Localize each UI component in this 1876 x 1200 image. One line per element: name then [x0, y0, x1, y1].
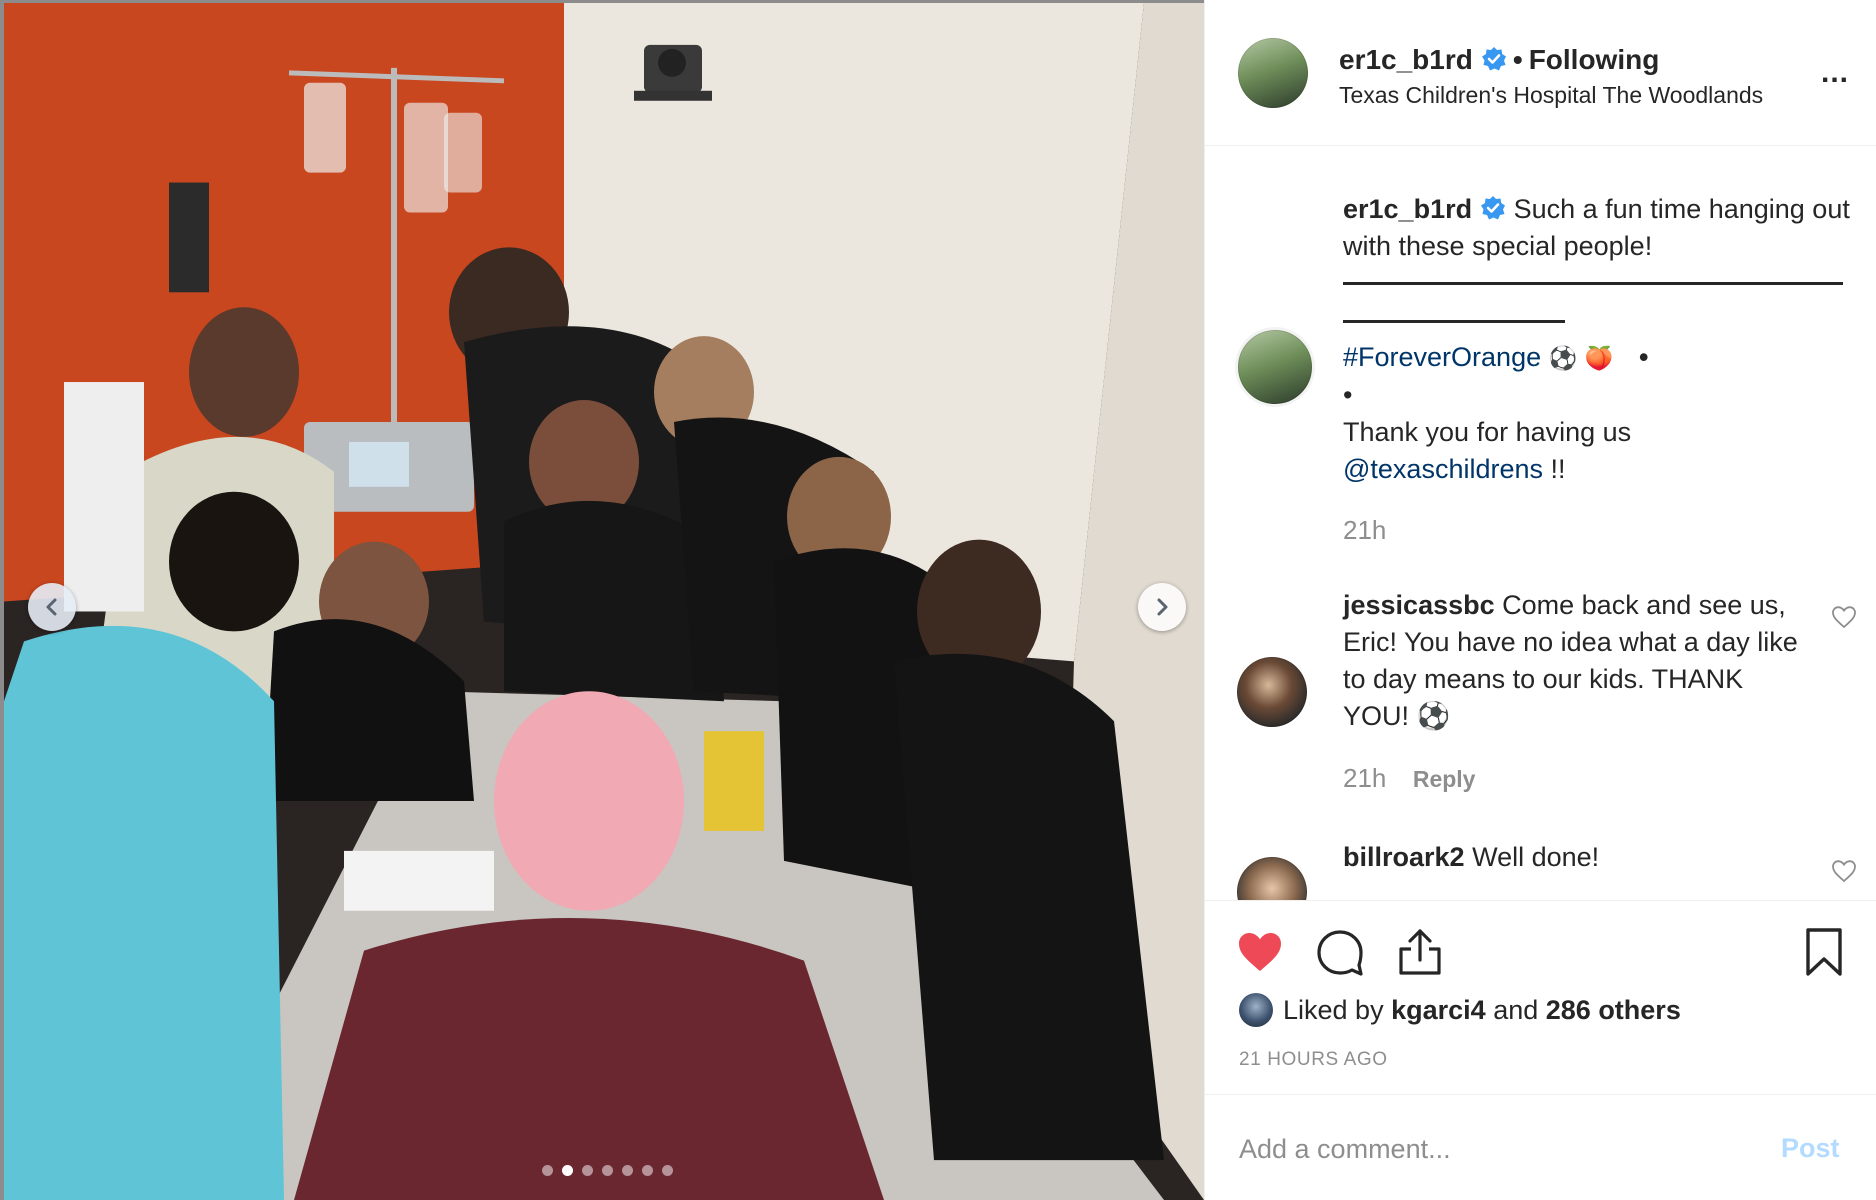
reply-button[interactable]: Reply — [1413, 766, 1476, 792]
like-comment-heart-icon[interactable] — [1831, 605, 1857, 629]
post-comment-button[interactable]: Post — [1781, 1133, 1840, 1164]
post-side-panel: er1c_b1rd • Following Texas Children's Ho… — [1204, 0, 1876, 1200]
comment-icon[interactable] — [1315, 927, 1365, 977]
header-separator: • — [1512, 44, 1523, 75]
photo-scene — [4, 3, 1204, 1200]
chevron-left-icon — [46, 598, 57, 616]
caption-time[interactable]: 21h — [1343, 515, 1386, 546]
carousel-dot — [562, 1165, 573, 1176]
carousel-dot — [662, 1165, 673, 1176]
more-options-button[interactable]: ... — [1821, 56, 1849, 90]
mention-suffix: !! — [1543, 454, 1566, 484]
peach-emoji: 🍑 — [1584, 345, 1614, 371]
author-line: er1c_b1rd • Following — [1339, 44, 1659, 76]
carousel-dot — [582, 1165, 593, 1176]
hashtag-link[interactable]: #ForeverOrange — [1343, 342, 1541, 372]
comment-text: Well done! — [1472, 842, 1600, 872]
carousel-dot — [622, 1165, 633, 1176]
post-actions: Liked by kgarci4 and 286 others 21 HOURS… — [1205, 900, 1876, 1094]
location-link[interactable]: Texas Children's Hospital The Woodlands — [1339, 82, 1763, 109]
commenter-avatar[interactable] — [1237, 657, 1307, 727]
comment-meta: 21h Reply — [1343, 763, 1475, 794]
comments-list[interactable]: er1c_b1rd Such a fun time hanging out wi… — [1205, 147, 1876, 900]
liker-avatar[interactable] — [1239, 993, 1273, 1027]
verified-badge-icon — [1481, 47, 1506, 71]
comment-time[interactable]: 21h — [1343, 763, 1386, 793]
previous-photo-button[interactable] — [28, 583, 76, 631]
comment-item: jessicassbc Come back and see us, Eric! … — [1343, 587, 1813, 735]
comment-username[interactable]: jessicassbc — [1343, 590, 1495, 620]
likes-summary: Liked by kgarci4 and 286 others — [1239, 993, 1681, 1027]
caption-author-avatar[interactable] — [1235, 327, 1315, 407]
carousel-dot — [542, 1165, 553, 1176]
caption-continued: #ForeverOrange ⚽ 🍑 • • Thank you for hav… — [1343, 339, 1843, 488]
bullet-mark: • — [1343, 380, 1353, 410]
thanks-text: Thank you for having us — [1343, 417, 1632, 447]
mention-link[interactable]: @texaschildrens — [1343, 454, 1543, 484]
commenter-avatar[interactable] — [1237, 857, 1307, 900]
more-icon: ... — [1821, 56, 1850, 89]
carousel-dot — [642, 1165, 653, 1176]
carousel-indicator — [542, 1165, 673, 1176]
verified-badge-icon — [1481, 196, 1506, 220]
next-photo-button[interactable] — [1138, 583, 1186, 631]
caption-divider-short — [1343, 320, 1565, 323]
comment-input[interactable] — [1239, 1129, 1739, 1169]
following-button[interactable]: Following — [1529, 44, 1660, 75]
liked-by-and: and — [1493, 994, 1539, 1025]
soccer-ball-emoji: ⚽ — [1548, 345, 1578, 371]
post-timestamp[interactable]: 21 HOURS AGO — [1239, 1049, 1388, 1071]
add-comment-bar: Post — [1205, 1094, 1876, 1200]
caption-divider — [1343, 282, 1843, 285]
comment-username[interactable]: billroark2 — [1343, 842, 1465, 872]
liked-by-others-link[interactable]: 286 others — [1546, 995, 1681, 1026]
heart-icon[interactable] — [1235, 927, 1285, 977]
author-avatar[interactable] — [1238, 38, 1308, 108]
liked-by-prefix: Liked by — [1283, 994, 1384, 1025]
comment-item: billroark2 Well done! — [1343, 842, 1599, 873]
share-icon[interactable] — [1395, 927, 1445, 977]
liked-by-user-link[interactable]: kgarci4 — [1391, 995, 1486, 1026]
carousel-dot — [602, 1165, 613, 1176]
caption-username[interactable]: er1c_b1rd — [1343, 194, 1472, 224]
bookmark-icon[interactable] — [1799, 927, 1849, 977]
like-comment-heart-icon[interactable] — [1831, 859, 1857, 883]
chevron-right-icon — [1157, 598, 1168, 616]
post-header: er1c_b1rd • Following Texas Children's Ho… — [1205, 0, 1876, 146]
bullet-mark: • — [1638, 342, 1649, 372]
caption: er1c_b1rd Such a fun time hanging out wi… — [1343, 191, 1853, 265]
post-photo[interactable] — [0, 0, 1204, 1200]
author-username[interactable]: er1c_b1rd — [1339, 44, 1473, 75]
